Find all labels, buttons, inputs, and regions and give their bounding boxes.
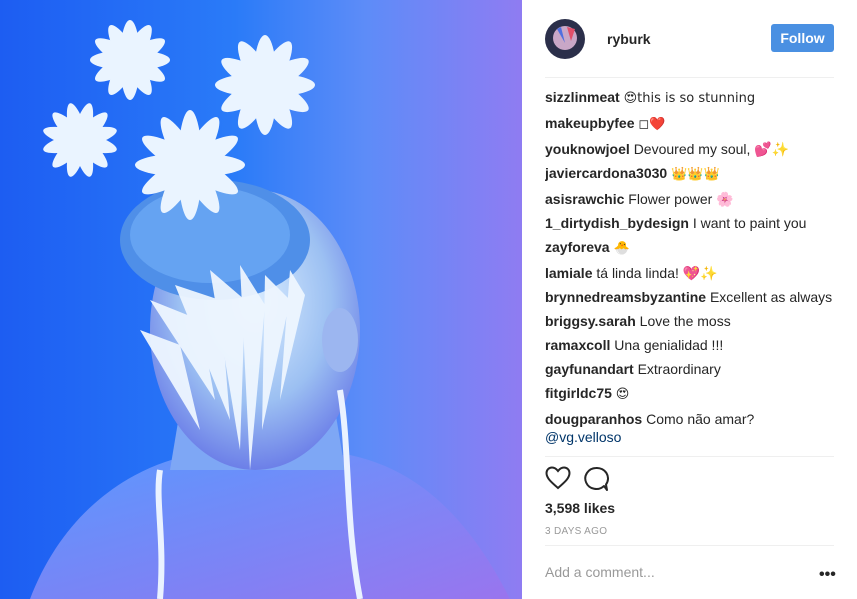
avatar[interactable] (545, 19, 585, 59)
list-item: fitgirldc75 😍 (545, 384, 834, 404)
post-details-panel: ryburk Follow sizzlinmeat 😍this is so st… (522, 0, 857, 599)
comment-username[interactable]: briggsy.sarah (545, 313, 636, 329)
comment-input-divider (545, 545, 834, 546)
more-options-icon[interactable]: ••• (819, 566, 836, 584)
actions-divider (545, 456, 834, 457)
list-item: lamiale tá linda linda! 💖✨ (545, 264, 834, 282)
comment-text: Devoured my soul, 💕✨ (633, 141, 790, 157)
comment-username[interactable]: brynnedreamsbyzantine (545, 289, 706, 305)
comment-username[interactable]: gayfunandart (545, 361, 634, 377)
list-item: brynnedreamsbyzantine Excellent as alway… (545, 288, 834, 306)
post-viewer: ryburk Follow sizzlinmeat 😍this is so st… (0, 0, 857, 599)
comment-text: Extraordinary (637, 361, 721, 377)
heart-icon[interactable] (545, 466, 571, 490)
comment-username[interactable]: sizzlinmeat (545, 89, 620, 105)
list-item: youknowjoel Devoured my soul, 💕✨ (545, 140, 834, 158)
comment-text: Como não amar? (646, 411, 755, 427)
comment-text: 😍this is so stunning (623, 91, 756, 106)
comment-username[interactable]: 1_dirtydish_bydesign (545, 215, 689, 231)
comment-text: tá linda linda! 💖✨ (596, 265, 718, 281)
list-item: 1_dirtydish_bydesign I want to paint you (545, 214, 834, 232)
comment-list: sizzlinmeat 😍this is so stunning makeupb… (545, 88, 834, 456)
comment-username[interactable]: javiercardona3030 (545, 165, 667, 181)
list-item: dougparanhos Como não amar? @vg.velloso (545, 410, 834, 446)
comment-username[interactable]: ramaxcoll (545, 337, 610, 353)
comment-username[interactable]: dougparanhos (545, 411, 642, 427)
comment-username[interactable]: asisrawchic (545, 191, 624, 207)
list-item: javiercardona3030 👑👑👑 (545, 164, 834, 184)
list-item: asisrawchic Flower power 🌸 (545, 190, 834, 208)
comment-text: 🐣 (613, 241, 630, 256)
header-divider (545, 77, 834, 78)
list-item: sizzlinmeat 😍this is so stunning (545, 88, 834, 108)
list-item: zayforeva 🐣 (545, 238, 834, 258)
comment-text: 👑👑👑 (671, 167, 720, 182)
comment-text: 😍 (615, 387, 630, 402)
list-item: briggsy.sarah Love the moss (545, 312, 834, 330)
comment-bubble-icon[interactable] (583, 466, 609, 492)
follow-button[interactable]: Follow (771, 24, 834, 52)
post-header: ryburk Follow (545, 18, 834, 60)
comment-mention-link[interactable]: @vg.velloso (545, 428, 834, 446)
like-count[interactable]: 3,598 likes (545, 500, 615, 516)
comment-username[interactable]: zayforeva (545, 239, 610, 255)
comment-text: Love the moss (639, 313, 731, 329)
post-timestamp[interactable]: 3 DAYS AGO (545, 526, 607, 537)
avatar-image (545, 19, 585, 59)
add-comment-input[interactable]: Add a comment... (545, 564, 655, 580)
comment-username[interactable]: fitgirldc75 (545, 385, 612, 401)
comment-text: Una genialidad !!! (614, 337, 724, 353)
comment-username[interactable]: lamiale (545, 265, 592, 281)
comment-text: ◻❤️ (638, 117, 666, 132)
comment-username[interactable]: makeupbyfee (545, 115, 634, 131)
comment-username[interactable]: youknowjoel (545, 141, 630, 157)
list-item: gayfunandart Extraordinary (545, 360, 834, 378)
comment-text: I want to paint you (692, 215, 807, 231)
post-image[interactable] (0, 0, 522, 599)
post-actions (545, 466, 609, 492)
list-item: ramaxcoll Una genialidad !!! (545, 336, 834, 354)
list-item: makeupbyfee ◻❤️ (545, 114, 834, 134)
portrait-illustration (30, 20, 510, 599)
post-author-username[interactable]: ryburk (607, 31, 651, 47)
comment-text: Excellent as always (709, 289, 833, 305)
comment-text: Flower power 🌸 (628, 191, 734, 207)
